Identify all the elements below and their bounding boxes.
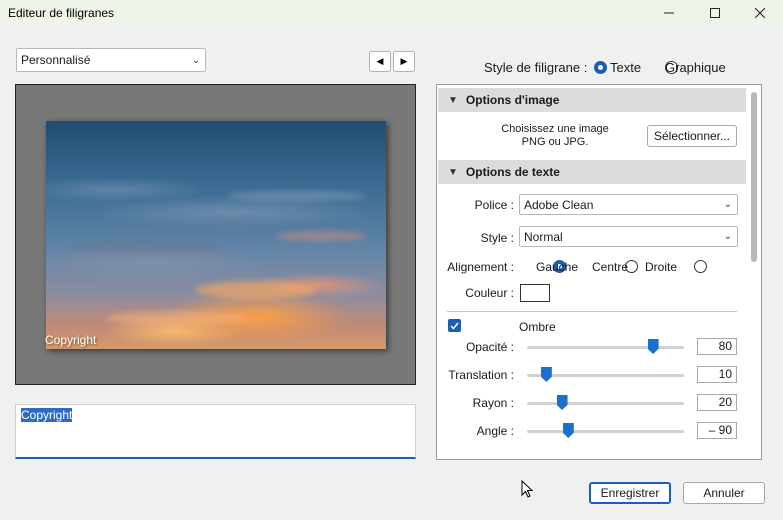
minimize-icon[interactable]: [646, 0, 692, 26]
preview-watermark-text: Copyright: [45, 333, 97, 347]
maximize-icon[interactable]: [692, 0, 738, 26]
slider-track[interactable]: [527, 430, 684, 433]
text-options-header[interactable]: ▼ Options de texte: [438, 160, 746, 184]
radio-align-droite-label: Droite: [645, 260, 678, 274]
chevron-down-icon: ⌄: [723, 231, 733, 242]
style-label: Style :: [480, 231, 514, 245]
close-icon[interactable]: [737, 0, 783, 26]
slider-label: Translation :: [448, 368, 514, 382]
mouse-cursor-icon: [521, 480, 534, 498]
style-value: Normal: [524, 229, 563, 244]
slider-label: Angle :: [476, 424, 514, 438]
watermark-text-input[interactable]: Copyright: [15, 404, 416, 459]
color-label: Couleur :: [465, 286, 514, 300]
triangle-down-icon: ▼: [448, 166, 458, 178]
cancel-button[interactable]: Annuler: [683, 482, 765, 504]
triangle-right-icon: ▶: [400, 56, 408, 66]
radio-graphique-label: Graphique: [665, 60, 726, 75]
preset-dropdown[interactable]: Personnalisé ⌄: [16, 48, 206, 72]
triangle-left-icon: ◀: [376, 56, 384, 66]
next-button[interactable]: ▶: [393, 51, 415, 72]
radio-align-gauche-label: Gauche: [536, 260, 579, 274]
slider-value-input[interactable]: 20: [697, 394, 737, 411]
text-options-title: Options de texte: [465, 165, 560, 179]
preview-photo: [46, 121, 386, 349]
slider-label: Rayon :: [472, 396, 514, 410]
font-dropdown[interactable]: Adobe Clean ⌄: [519, 194, 738, 215]
slider-value-input[interactable]: 80: [697, 338, 737, 355]
previous-button[interactable]: ◀: [369, 51, 391, 72]
preset-value: Personnalisé: [21, 53, 91, 67]
image-options-header[interactable]: ▼ Options d'image: [438, 88, 746, 112]
image-prompt-line1: Choisissez une image: [501, 123, 609, 135]
image-options-title: Options d'image: [465, 93, 560, 107]
color-swatch[interactable]: [520, 284, 550, 302]
slider-label: Opacité :: [465, 340, 514, 354]
chevron-down-icon: ⌄: [723, 199, 733, 210]
shadow-checkbox[interactable]: [448, 319, 461, 332]
save-button[interactable]: Enregistrer: [589, 482, 671, 504]
font-value: Adobe Clean: [524, 197, 594, 212]
watermark-style-label: Style de filigrane :: [484, 60, 588, 75]
triangle-down-icon: ▼: [448, 94, 458, 106]
font-label: Police :: [474, 198, 514, 212]
divider: [447, 311, 737, 312]
radio-align-centre-label: Centre: [592, 260, 629, 274]
slider-value-input[interactable]: 10: [697, 366, 737, 383]
image-prompt: Choisissez une image PNG ou JPG.: [480, 123, 630, 149]
chevron-down-icon: ⌄: [191, 54, 201, 66]
slider-value-input[interactable]: – 90: [697, 422, 737, 439]
panel-scrollbar[interactable]: [751, 92, 757, 262]
watermark-text-value: Copyright: [21, 408, 73, 422]
shadow-label: Ombre: [519, 320, 556, 334]
window-title: Editeur de filigranes: [8, 6, 115, 20]
slider-track[interactable]: [527, 402, 684, 405]
slider-track[interactable]: [527, 346, 684, 349]
alignment-label: Alignement :: [447, 260, 514, 274]
select-image-button[interactable]: Sélectionner...: [647, 125, 737, 147]
radio-texte[interactable]: [594, 61, 607, 74]
radio-texte-label: Texte: [610, 60, 642, 75]
style-dropdown[interactable]: Normal ⌄: [519, 226, 738, 247]
image-prompt-line2: PNG ou JPG.: [521, 136, 589, 148]
checkmark-icon: [450, 322, 459, 330]
